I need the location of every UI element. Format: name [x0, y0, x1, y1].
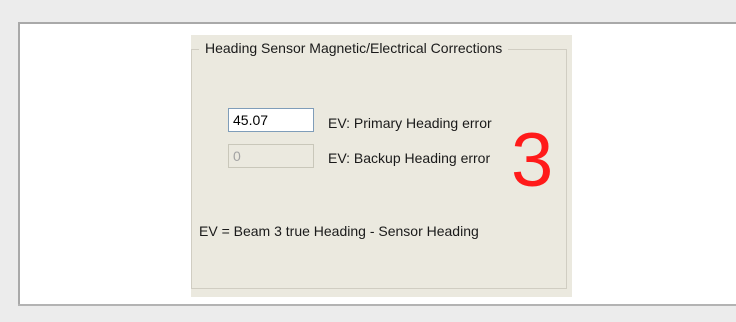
ev-formula-text: EV = Beam 3 true Heading - Sensor Headin… [199, 223, 479, 239]
backup-heading-error-label: EV: Backup Heading error [328, 150, 491, 166]
corrections-panel: Heading Sensor Magnetic/Electrical Corre… [191, 35, 572, 297]
backup-heading-error-input [228, 144, 314, 168]
primary-heading-error-label: EV: Primary Heading error [328, 115, 492, 131]
bottom-scroll-area [18, 304, 736, 322]
annotation-number: 3 [511, 118, 554, 203]
groupbox-title: Heading Sensor Magnetic/Electrical Corre… [199, 40, 509, 56]
primary-heading-error-input[interactable] [228, 108, 314, 132]
